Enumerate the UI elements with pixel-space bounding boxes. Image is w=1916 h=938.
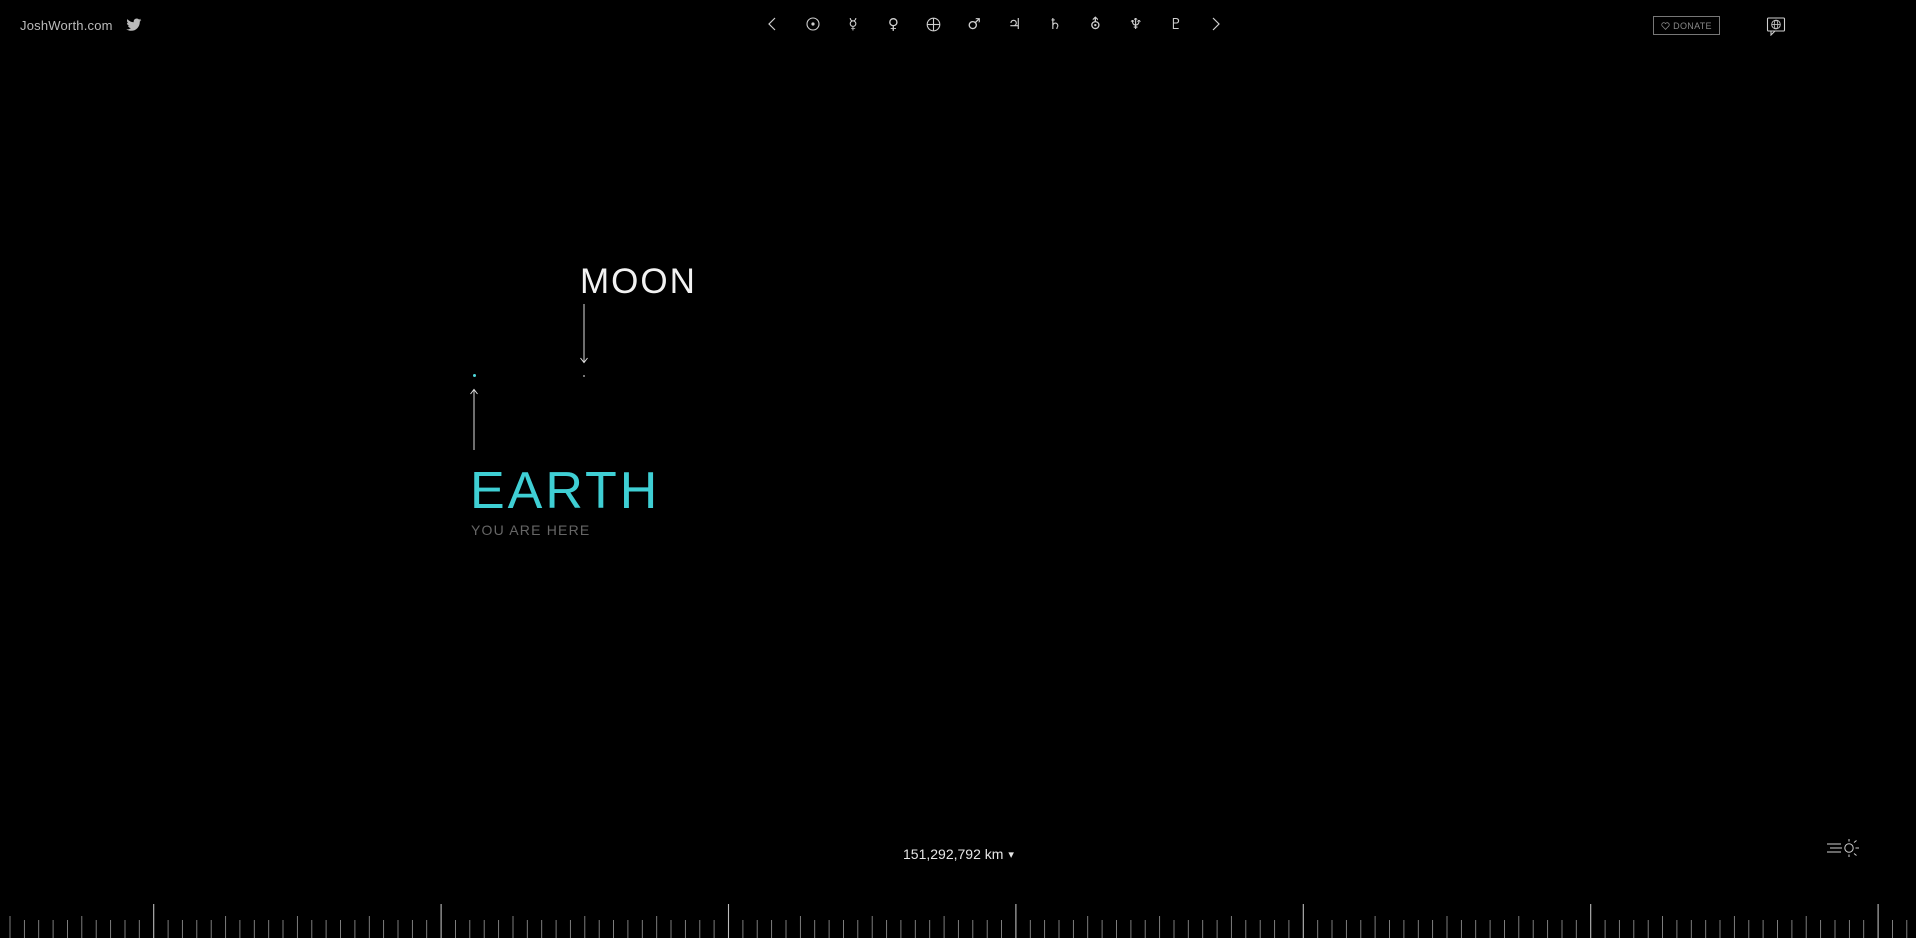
moon-pointer-arrow — [580, 304, 588, 364]
globe-speech-icon[interactable] — [1766, 16, 1786, 36]
nav-venus-button[interactable]: ♀ — [873, 10, 913, 38]
heart-icon — [1661, 21, 1670, 30]
nav-sun-button[interactable] — [792, 10, 832, 38]
nav-mercury-button[interactable]: ☿ — [833, 10, 873, 38]
earth-label: EARTH — [470, 462, 661, 520]
twitter-bird-icon[interactable] — [126, 18, 142, 32]
distance-readout[interactable]: 151,292,792 km ▾ — [903, 846, 1014, 862]
chevron-right-icon — [1213, 17, 1221, 31]
jupiter-icon: ♃ — [1007, 15, 1022, 33]
donate-label: DONATE — [1673, 20, 1712, 31]
nav-mars-button[interactable]: ♂ — [954, 10, 994, 38]
distance-ruler[interactable] — [0, 900, 1916, 938]
moon-label: MOON — [580, 262, 697, 301]
earth-pointer-arrow — [470, 388, 478, 450]
saturn-icon: ♄ — [1048, 15, 1062, 33]
pluto-icon: ♇ — [1169, 15, 1183, 33]
uranus-icon: ⛢ — [1089, 15, 1101, 33]
mars-icon: ♂ — [967, 15, 981, 33]
mercury-icon: ☿ — [848, 15, 858, 33]
nav-pluto-button[interactable]: ♇ — [1156, 10, 1196, 38]
nav-jupiter-button[interactable]: ♃ — [994, 10, 1034, 38]
venus-icon: ♀ — [887, 15, 899, 33]
distance-value: 151,292,792 km — [903, 846, 1004, 862]
next-planet-button[interactable] — [1196, 10, 1236, 38]
nav-uranus-button[interactable]: ⛢ — [1075, 10, 1115, 38]
nav-neptune-button[interactable]: ♆ — [1116, 10, 1156, 38]
prev-planet-button[interactable] — [752, 10, 792, 38]
chevron-down-icon: ▾ — [1008, 848, 1014, 861]
moon-marker[interactable] — [583, 375, 585, 377]
site-home-link[interactable]: JoshWorth.com — [20, 18, 113, 33]
sun-icon — [806, 17, 820, 31]
nav-saturn-button[interactable]: ♄ — [1035, 10, 1075, 38]
you-are-here-label: YOU ARE HERE — [471, 522, 591, 538]
scale-model-viewport[interactable]: JoshWorth.com ☿ ♀ ♂ ♃ ♄ ⛢ ♆ ♇ DONATE MOO… — [0, 0, 1916, 938]
earth-icon — [926, 17, 941, 31]
nav-earth-button[interactable] — [914, 10, 954, 38]
neptune-icon: ♆ — [1128, 15, 1143, 33]
speed-of-light-icon[interactable] — [1826, 838, 1860, 860]
chevron-left-icon — [768, 17, 776, 31]
earth-marker[interactable] — [473, 374, 476, 377]
planet-navigation: ☿ ♀ ♂ ♃ ♄ ⛢ ♆ ♇ — [752, 10, 1237, 38]
donate-button[interactable]: DONATE — [1653, 16, 1720, 35]
